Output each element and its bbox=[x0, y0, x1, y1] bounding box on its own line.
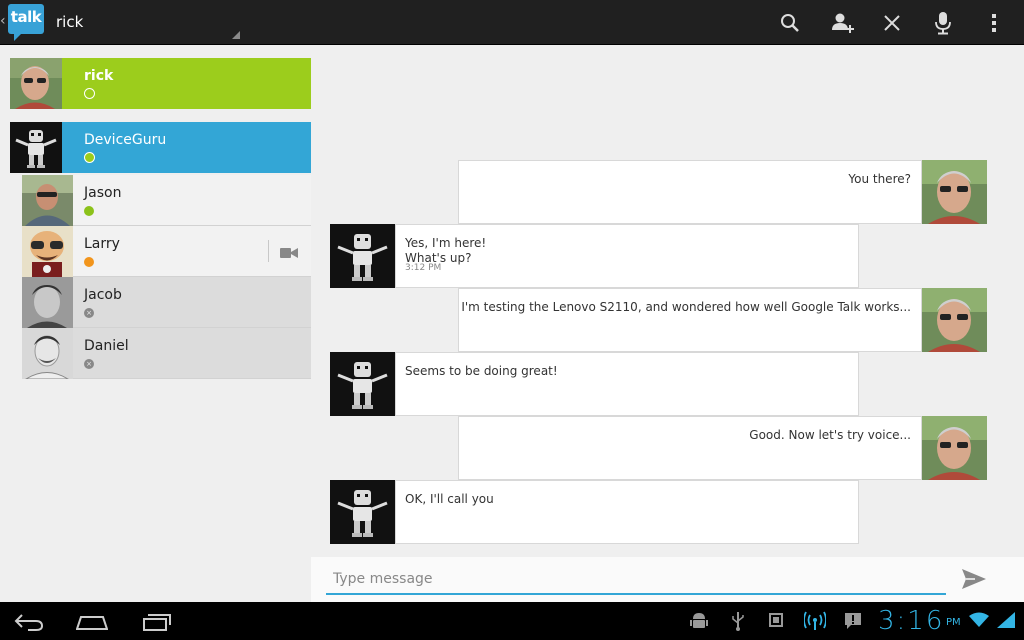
back-button[interactable] bbox=[14, 613, 44, 635]
search-button[interactable] bbox=[775, 8, 805, 38]
message-bubble: Yes, I'm here! What's up? 3:12 PM bbox=[395, 224, 859, 288]
status-indicator bbox=[84, 88, 95, 99]
spinner-triangle-icon bbox=[232, 31, 240, 39]
talk-app: ‹ talk rick rick DeviceGuru Jason Larry … bbox=[0, 0, 1024, 640]
overflow-menu-button[interactable] bbox=[979, 8, 1009, 38]
message-outgoing: I'm testing the Lenovo S2110, and wonder… bbox=[458, 288, 987, 352]
message-bubble: Seems to be doing great! bbox=[395, 352, 859, 416]
offline-status-icon: × bbox=[84, 308, 94, 318]
avatar bbox=[922, 160, 987, 224]
account-spinner-label[interactable]: rick bbox=[56, 13, 83, 31]
close-chat-button[interactable] bbox=[877, 8, 907, 38]
message-text: Seems to be doing great! bbox=[405, 364, 558, 378]
battery-icon bbox=[995, 610, 1017, 634]
message-timestamp: 3:12 PM bbox=[405, 263, 442, 273]
contact-name: Jason bbox=[84, 185, 122, 201]
home-button[interactable] bbox=[75, 615, 109, 634]
status-indicator bbox=[84, 152, 95, 163]
video-chat-button[interactable] bbox=[280, 244, 298, 263]
contact-name: Jacob bbox=[84, 287, 122, 303]
logo-text: talk bbox=[10, 8, 42, 26]
avatar bbox=[10, 58, 62, 109]
avatar bbox=[330, 352, 395, 416]
avatar bbox=[22, 328, 73, 379]
avatar bbox=[330, 480, 395, 544]
message-bubble: You there? bbox=[458, 160, 922, 224]
recent-apps-icon bbox=[143, 614, 171, 631]
contact-row-deviceguru[interactable]: DeviceGuru bbox=[10, 122, 321, 173]
hotspot-icon bbox=[803, 611, 827, 635]
avatar bbox=[10, 122, 62, 173]
usb-icon bbox=[731, 611, 745, 635]
contact-row-jacob[interactable]: Jacob × bbox=[22, 277, 311, 328]
message-incoming: Seems to be doing great! bbox=[330, 352, 859, 416]
message-text: Yes, I'm here! What's up? bbox=[405, 236, 486, 266]
message-text: Good. Now let's try voice... bbox=[749, 428, 911, 442]
send-button[interactable] bbox=[961, 567, 987, 595]
self-name: rick bbox=[84, 68, 114, 84]
message-text: OK, I'll call you bbox=[405, 492, 494, 506]
contact-row-daniel[interactable]: Daniel × bbox=[22, 328, 311, 379]
avatar bbox=[922, 288, 987, 352]
message-bubble: I'm testing the Lenovo S2110, and wonder… bbox=[458, 288, 922, 352]
wifi-icon bbox=[969, 612, 989, 632]
video-camera-icon bbox=[280, 248, 298, 258]
home-icon bbox=[75, 616, 109, 630]
contact-name: Larry bbox=[84, 236, 120, 252]
send-icon bbox=[962, 569, 986, 589]
avatar bbox=[22, 277, 73, 328]
system-bar: 3:16 PM bbox=[0, 602, 1024, 640]
action-bar: ‹ talk rick bbox=[0, 0, 1024, 45]
microphone-icon bbox=[935, 12, 951, 35]
add-contact-icon bbox=[832, 13, 854, 33]
self-status-row[interactable]: rick bbox=[10, 58, 311, 109]
search-icon bbox=[781, 14, 799, 32]
compose-bar bbox=[311, 557, 1024, 602]
conversation[interactable]: You there? Yes, I'm here! What's up? 3:12… bbox=[311, 46, 1024, 557]
divider bbox=[268, 240, 269, 262]
screenshot-icon bbox=[767, 611, 785, 633]
avatar bbox=[922, 416, 987, 480]
contact-name: DeviceGuru bbox=[84, 132, 167, 148]
status-indicator bbox=[84, 257, 94, 267]
clock-ampm: PM bbox=[946, 617, 961, 628]
overflow-menu-icon bbox=[992, 14, 996, 32]
back-icon bbox=[14, 614, 44, 631]
message-text: You there? bbox=[848, 172, 911, 186]
message-incoming: Yes, I'm here! What's up? 3:12 PM bbox=[330, 224, 859, 288]
add-contact-button[interactable] bbox=[828, 8, 858, 38]
recent-apps-button[interactable] bbox=[142, 613, 172, 635]
message-outgoing: Good. Now let's try voice... bbox=[458, 416, 987, 480]
contact-row-larry[interactable]: Larry bbox=[22, 226, 311, 277]
message-bubble: OK, I'll call you bbox=[395, 480, 859, 544]
contact-row-jason[interactable]: Jason bbox=[22, 175, 311, 226]
android-debug-icon bbox=[690, 611, 708, 635]
notification-alert-icon bbox=[843, 611, 863, 635]
avatar bbox=[22, 226, 73, 277]
up-caret-icon[interactable]: ‹ bbox=[0, 13, 6, 29]
message-line: Yes, I'm here! bbox=[405, 236, 487, 250]
offline-status-icon: × bbox=[84, 359, 94, 369]
message-bubble: Good. Now let's try voice... bbox=[458, 416, 922, 480]
clock-time[interactable]: 3:16 bbox=[878, 606, 944, 636]
avatar bbox=[330, 224, 395, 288]
talk-logo[interactable]: talk bbox=[8, 4, 44, 41]
message-input[interactable] bbox=[326, 565, 946, 595]
voice-button[interactable] bbox=[928, 8, 958, 38]
message-outgoing: You there? bbox=[458, 160, 987, 224]
close-icon bbox=[884, 15, 900, 31]
avatar bbox=[22, 175, 73, 226]
message-incoming: OK, I'll call you bbox=[330, 480, 859, 544]
message-text: I'm testing the Lenovo S2110, and wonder… bbox=[461, 300, 911, 314]
contact-name: Daniel bbox=[84, 338, 129, 354]
status-indicator bbox=[84, 206, 94, 216]
contact-list: rick DeviceGuru Jason Larry Jacob × Dani… bbox=[0, 46, 321, 602]
